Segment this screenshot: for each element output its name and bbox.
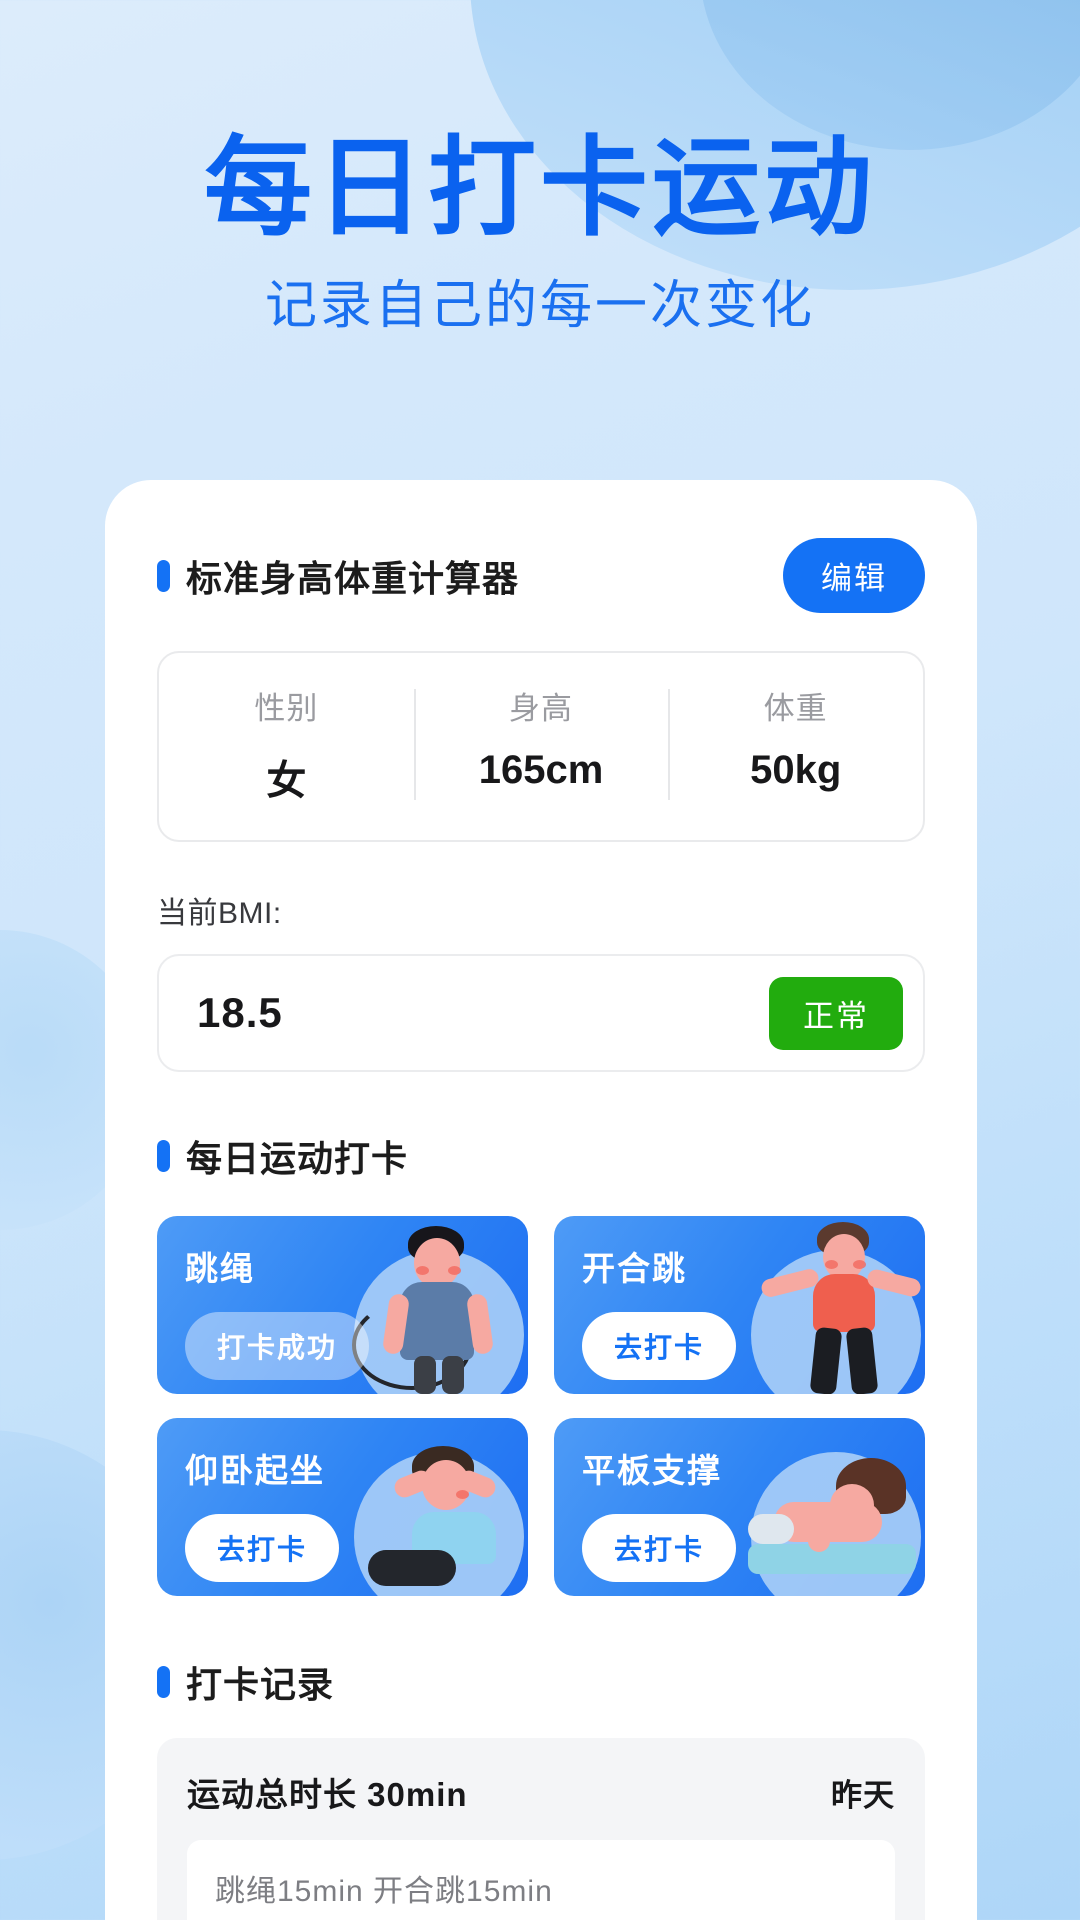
exercise-card-body: 开合跳 去打卡 [582, 1242, 736, 1380]
records-section-title: 打卡记录 [186, 1656, 334, 1708]
bmi-label: 当前BMI: [157, 888, 925, 932]
records-section-head: 打卡记录 [157, 1656, 925, 1708]
exercise-name: 开合跳 [582, 1242, 736, 1290]
record-detail: 跳绳15min 开合跳15min [187, 1840, 895, 1920]
stat-gender-label: 性别 [159, 683, 414, 728]
exercise-card-body: 平板支撑 去打卡 [582, 1444, 736, 1582]
exercise-card-body: 仰卧起坐 去打卡 [185, 1444, 339, 1582]
daily-section-title: 每日运动打卡 [186, 1130, 408, 1182]
exercise-name: 平板支撑 [582, 1444, 736, 1492]
calculator-section-title: 标准身高体重计算器 [186, 550, 519, 602]
content-card: 标准身高体重计算器 编辑 性别 女 身高 165cm 体重 50kg 当前BMI… [105, 480, 977, 1920]
exercise-card-jumping-jacks[interactable]: 开合跳 去打卡 [554, 1216, 925, 1394]
exercise-action-button[interactable]: 去打卡 [582, 1514, 736, 1582]
jump-rope-illustration-icon [360, 1216, 510, 1394]
calculator-header: 标准身高体重计算器 编辑 [157, 538, 925, 613]
exercise-grid: 跳绳 打卡成功 开合跳 去打卡 [157, 1216, 925, 1596]
stat-gender[interactable]: 性别 女 [159, 683, 414, 806]
bmi-box: 18.5 正常 [157, 954, 925, 1072]
plank-illustration-icon [744, 1418, 919, 1596]
section-marker-icon [157, 1666, 170, 1698]
stat-weight-label: 体重 [668, 683, 923, 728]
exercise-card-plank[interactable]: 平板支撑 去打卡 [554, 1418, 925, 1596]
exercise-name: 仰卧起坐 [185, 1444, 339, 1492]
stat-height[interactable]: 身高 165cm [414, 683, 669, 806]
bmi-value: 18.5 [197, 989, 283, 1037]
section-marker-icon [157, 560, 170, 592]
stat-height-value: 165cm [414, 748, 669, 793]
page-subtitle: 记录自己的每一次变化 [0, 263, 1080, 338]
exercise-action-button[interactable]: 去打卡 [185, 1514, 339, 1582]
stat-height-label: 身高 [414, 683, 669, 728]
body-stats-box: 性别 女 身高 165cm 体重 50kg [157, 651, 925, 842]
record-header: 运动总时长 30min 昨天 [187, 1768, 895, 1816]
calculator-section-head: 标准身高体重计算器 [157, 550, 519, 602]
exercise-card-sit-ups[interactable]: 仰卧起坐 去打卡 [157, 1418, 528, 1596]
stat-gender-value: 女 [159, 748, 414, 806]
exercise-card-body: 跳绳 打卡成功 [185, 1242, 369, 1380]
exercise-card-jump-rope[interactable]: 跳绳 打卡成功 [157, 1216, 528, 1394]
hero-banner: 每日打卡运动 记录自己的每一次变化 [0, 0, 1080, 338]
exercise-action-button[interactable]: 打卡成功 [185, 1312, 369, 1380]
sit-ups-illustration-icon [350, 1418, 520, 1596]
bmi-status-badge[interactable]: 正常 [769, 977, 903, 1050]
stat-weight[interactable]: 体重 50kg [668, 683, 923, 806]
section-marker-icon [157, 1140, 170, 1172]
daily-section-head: 每日运动打卡 [157, 1130, 925, 1182]
exercise-action-button[interactable]: 去打卡 [582, 1312, 736, 1380]
record-item[interactable]: 运动总时长 30min 昨天 跳绳15min 开合跳15min [157, 1738, 925, 1920]
exercise-name: 跳绳 [185, 1242, 369, 1290]
jumping-jacks-illustration-icon [755, 1216, 915, 1394]
stat-weight-value: 50kg [668, 748, 923, 793]
edit-button[interactable]: 编辑 [783, 538, 925, 613]
record-total-duration: 运动总时长 30min [187, 1768, 468, 1816]
record-day-label: 昨天 [831, 1770, 895, 1815]
page-title: 每日打卡运动 [0, 130, 1080, 247]
